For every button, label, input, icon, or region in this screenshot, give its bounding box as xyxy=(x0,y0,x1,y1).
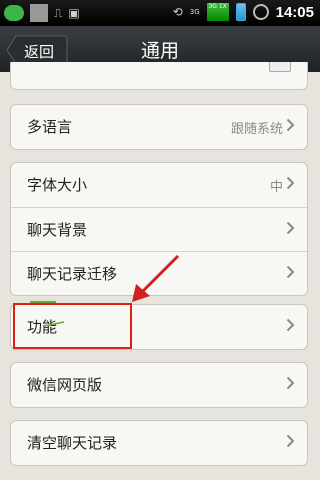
row-wechat-web[interactable]: 微信网页版 xyxy=(11,363,307,407)
chevron-right-icon xyxy=(286,118,295,132)
row-value: 跟随系统 xyxy=(230,122,283,137)
network-3g-icon: 3G xyxy=(189,8,200,16)
annotation-highlight-box xyxy=(13,303,132,349)
annotation-arrow-icon xyxy=(132,254,180,302)
row-language[interactable]: 多语言 跟随系统 xyxy=(11,105,307,149)
row-label: 多语言 xyxy=(27,118,73,136)
status-time: 14:05 xyxy=(275,3,314,21)
usb-icon: ⎍ xyxy=(54,6,63,20)
settings-group-clear: 清空聊天记录 xyxy=(10,420,308,466)
android-icon: ▣ xyxy=(68,6,80,20)
alarm-icon xyxy=(252,4,269,20)
row-value: 中 xyxy=(269,180,283,195)
signal-icon: 3G 1X xyxy=(206,3,229,21)
chevron-right-icon xyxy=(286,176,295,190)
chevron-right-icon xyxy=(286,221,295,235)
settings-group-web: 微信网页版 xyxy=(10,362,308,408)
chat-icon xyxy=(4,5,24,21)
page-title: 通用 xyxy=(140,40,179,62)
row-label: 清空聊天记录 xyxy=(27,434,118,452)
chevron-right-icon xyxy=(286,318,295,332)
row-label: 微信网页版 xyxy=(27,376,103,394)
status-bar: ⎍ ▣ ⟲ 3G 3G 1X 14:05 xyxy=(0,0,320,26)
chevron-right-icon xyxy=(286,265,295,279)
row-label: 聊天记录迁移 xyxy=(27,265,118,283)
toggle-switch[interactable] xyxy=(269,62,291,72)
chevron-right-icon xyxy=(286,376,295,390)
settings-group-language: 多语言 跟随系统 xyxy=(10,104,308,150)
row-font-size[interactable]: 字体大小 中 xyxy=(11,163,307,207)
row-chat-background[interactable]: 聊天背景 xyxy=(11,207,307,251)
sync-icon: ⟲ xyxy=(172,5,183,19)
document-icon xyxy=(30,4,48,22)
row-label: 字体大小 xyxy=(27,176,88,194)
row-clear-chat-history[interactable]: 清空聊天记录 xyxy=(11,421,307,465)
battery-icon xyxy=(235,3,246,21)
settings-group-cutoff xyxy=(10,62,308,90)
row-label: 聊天背景 xyxy=(27,221,88,239)
chevron-right-icon xyxy=(286,434,295,448)
